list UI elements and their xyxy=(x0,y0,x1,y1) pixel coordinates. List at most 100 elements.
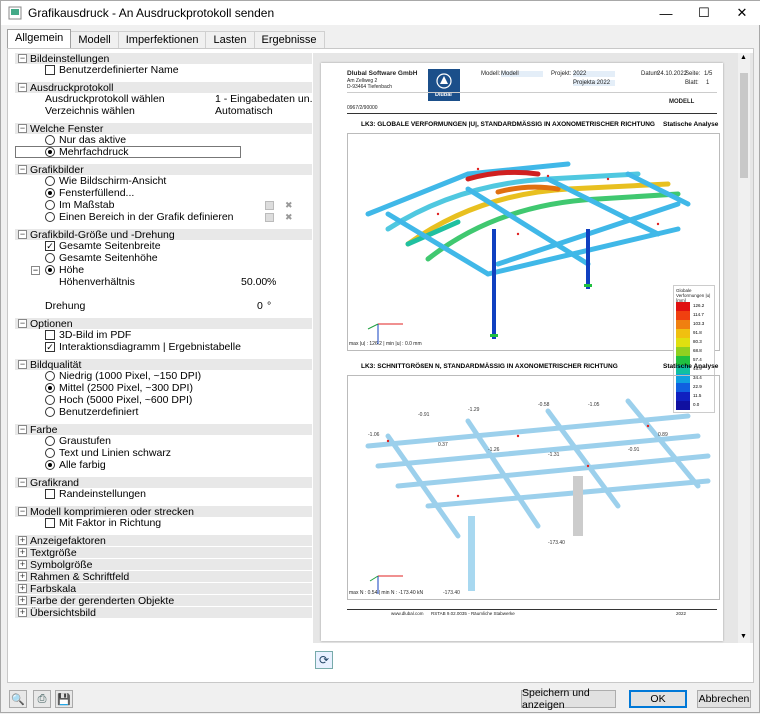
tab-ergebnisse[interactable]: Ergebnisse xyxy=(253,31,325,48)
section-komprimieren[interactable]: − Modell komprimieren oder strecken xyxy=(15,506,312,518)
section-welche-fenster[interactable]: − Welche Fenster xyxy=(15,123,312,135)
radio[interactable] xyxy=(45,383,55,393)
radio[interactable] xyxy=(45,253,55,263)
expand-icon[interactable]: + xyxy=(18,572,27,581)
section-bildqualitaet[interactable]: − Bildqualität xyxy=(15,358,312,371)
hoehenverhaeltnis-input[interactable]: 50.00 xyxy=(241,276,267,288)
refresh-button[interactable]: ⟳ xyxy=(315,651,333,669)
collapse-icon[interactable]: − xyxy=(18,124,27,133)
divider xyxy=(347,113,717,114)
section-groesse-drehung[interactable]: − Grafikbild-Größe und -Drehung xyxy=(15,229,312,241)
help-button[interactable]: 🔍 xyxy=(9,690,27,708)
collapse-icon[interactable]: − xyxy=(18,54,27,63)
tab-lasten[interactable]: Lasten xyxy=(205,31,255,48)
svg-text:-1.29: -1.29 xyxy=(468,407,480,413)
radio[interactable] xyxy=(45,448,55,458)
preview-scrollbar[interactable]: ▲ ▼ xyxy=(738,53,750,643)
section-grafikbilder[interactable]: − Grafikbilder xyxy=(15,163,312,176)
close-button[interactable]: ✕ xyxy=(723,1,760,25)
maximize-button[interactable]: ☐ xyxy=(685,1,723,25)
svg-text:-173.40: -173.40 xyxy=(443,590,460,596)
radio[interactable] xyxy=(45,371,55,381)
expand-icon[interactable]: + xyxy=(18,560,27,569)
radio-label: Mittel (2500 Pixel, ~300 DPI) xyxy=(59,382,193,394)
section-title: Bildeinstellungen xyxy=(30,53,110,65)
section-ausdruckprotokoll[interactable]: − Ausdruckprotokoll xyxy=(15,82,312,94)
scroll-down-icon[interactable]: ▼ xyxy=(740,633,747,640)
radio[interactable] xyxy=(45,265,55,275)
tab-imperfektionen[interactable]: Imperfektionen xyxy=(117,31,207,48)
collapse-icon[interactable]: − xyxy=(18,230,27,239)
section-uebersichtsbild[interactable]: + Übersichtsbild xyxy=(15,607,312,619)
protokoll-select[interactable]: 1 - Eingabedaten un... xyxy=(215,93,312,105)
verzeichnis-select[interactable]: Automatisch xyxy=(215,105,273,117)
collapse-icon[interactable]: − xyxy=(18,507,27,516)
checkbox[interactable] xyxy=(45,489,55,499)
radio[interactable] xyxy=(45,407,55,417)
section-title: Grafikbilder xyxy=(30,163,84,176)
radio-label: Graustufen xyxy=(59,435,111,447)
section-grafikrand[interactable]: − Grafikrand xyxy=(15,477,312,489)
drehung-input[interactable]: 0 xyxy=(257,300,263,312)
radio[interactable] xyxy=(45,395,55,405)
seite-value: 1/5 xyxy=(704,71,713,77)
expand-icon[interactable]: + xyxy=(18,536,27,545)
section-farbskala[interactable]: + Farbskala xyxy=(15,583,312,595)
expand-icon[interactable]: + xyxy=(18,608,27,617)
section-symbolgroesse[interactable]: + Symbolgröße xyxy=(15,559,312,571)
checkbox[interactable] xyxy=(45,65,55,75)
collapse-icon[interactable]: − xyxy=(18,165,27,174)
scale-icon[interactable] xyxy=(265,200,274,210)
section-rahmen[interactable]: + Rahmen & Schriftfeld xyxy=(15,571,312,583)
app-icon xyxy=(8,6,22,20)
delete-icon[interactable]: ✖ xyxy=(285,200,293,211)
tab-allgemein[interactable]: Allgemein xyxy=(7,29,72,48)
save-and-show-button[interactable]: Speichern und anzeigen xyxy=(521,687,616,711)
scroll-thumb[interactable] xyxy=(740,73,748,178)
checkbox[interactable] xyxy=(45,330,55,340)
expand-icon[interactable]: + xyxy=(18,548,27,557)
section-farbe-objekte[interactable]: + Farbe der gerenderten Objekte xyxy=(15,595,312,607)
section-textgroesse[interactable]: + Textgröße xyxy=(15,546,312,559)
delete-icon[interactable]: ✖ xyxy=(285,212,293,223)
collapse-icon[interactable]: − xyxy=(18,478,27,487)
section-farbe[interactable]: − Farbe xyxy=(15,424,312,436)
collapse-icon[interactable]: − xyxy=(18,425,27,434)
save-template-button[interactable]: 💾 xyxy=(55,690,73,708)
expand-icon[interactable]: + xyxy=(18,584,27,593)
section-bildeinstellungen[interactable]: − Bildeinstellungen xyxy=(15,53,312,65)
section-optionen[interactable]: − Optionen xyxy=(15,318,312,330)
checkbox[interactable] xyxy=(45,518,55,528)
tab-modell[interactable]: Modell xyxy=(70,31,119,48)
radio[interactable] xyxy=(45,200,55,210)
cancel-button[interactable]: Abbrechen xyxy=(697,690,751,708)
collapse-icon[interactable]: − xyxy=(18,83,27,92)
radio[interactable] xyxy=(45,147,55,157)
checkbox[interactable]: ✓ xyxy=(45,342,55,352)
radio[interactable] xyxy=(45,135,55,145)
print-settings-button[interactable]: ⎙ xyxy=(33,690,51,708)
minimize-button[interactable]: — xyxy=(647,1,685,25)
collapse-icon[interactable]: − xyxy=(18,360,27,369)
radio[interactable] xyxy=(45,188,55,198)
section-anzeigefaktoren[interactable]: + Anzeigefaktoren xyxy=(15,535,312,547)
radio[interactable] xyxy=(45,212,55,222)
address-line: D-93464 Tiefenbach xyxy=(347,84,393,90)
select-area-icon[interactable] xyxy=(265,212,274,222)
section-title: Textgröße xyxy=(30,546,77,559)
expand-icon[interactable]: + xyxy=(18,596,27,605)
radio[interactable] xyxy=(45,176,55,186)
scroll-up-icon[interactable]: ▲ xyxy=(740,54,747,61)
print-preview: Dlubal Software GmbH Am Zellweg 2 D-9346… xyxy=(313,53,753,643)
analysis-label: Statische Analyse xyxy=(663,363,719,370)
section-title: Bildqualität xyxy=(30,358,82,371)
checkbox[interactable]: ✓ xyxy=(45,241,55,251)
svg-text:-1.31: -1.31 xyxy=(548,452,560,458)
modell-value: Modell xyxy=(501,71,543,77)
svg-text:0.89: 0.89 xyxy=(658,432,668,438)
ok-button[interactable]: OK xyxy=(629,690,687,708)
radio[interactable] xyxy=(45,436,55,446)
collapse-icon[interactable]: − xyxy=(18,319,27,328)
radio[interactable] xyxy=(45,460,55,470)
collapse-icon[interactable]: − xyxy=(31,265,40,275)
